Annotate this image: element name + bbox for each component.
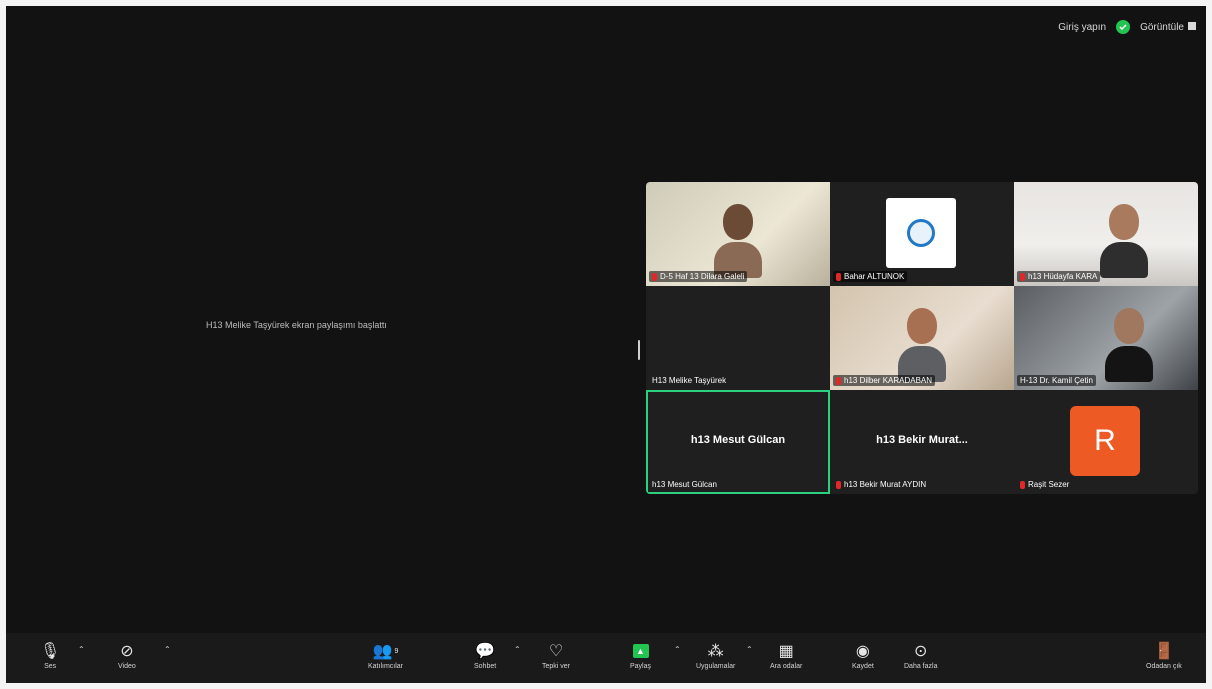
participant-tile[interactable]: D-5 Haf 13 Dilara Galeli [646,182,830,286]
heart-icon: ♡ [548,643,564,660]
record-button[interactable]: ◉ Kaydet [852,639,874,670]
react-label: Tepki ver [542,663,571,670]
mic-off-icon: 🎙 [40,643,61,660]
avatar: R [1070,406,1140,476]
participant-name: Raşit Sezer [1028,480,1070,489]
participant-name-tag: Raşit Sezer [1017,479,1072,490]
breakout-label: Ara odalar [770,663,803,670]
audio-options-chevron-icon[interactable]: ⌃ [78,645,85,654]
logo-icon [907,219,935,247]
participant-tile[interactable]: R Raşit Sezer [1014,390,1198,494]
participant-tile-active-speaker[interactable]: h13 Mesut Gülcan h13 Mesut Gülcan [646,390,830,494]
mic-muted-icon [836,376,841,385]
share-screen-icon: ▲ [632,639,649,663]
participant-name-tag: h13 Hüdayfa KARA [1017,271,1101,282]
shield-check-icon[interactable] [1116,20,1131,34]
meeting-toolbar: 🎙 Ses ⌃ ⊘ Video ⌃ 👥 9 Katılımcılar 💬 Sohb… [6,633,1206,683]
leave-label: Odadan çık [1146,663,1182,670]
record-label: Kaydet [852,663,874,670]
participant-tile[interactable]: h13 Hüdayfa KARA [1014,182,1198,286]
participant-name-tag: H-13 Dr. Kamil Çetin [1017,375,1096,386]
participant-name: h13 Mesut Gülcan [652,480,717,489]
breakout-rooms-icon: ▦ [778,643,794,660]
share-label: Paylaş [630,663,652,670]
apps-icon: ⁂ [707,643,724,660]
mic-muted-icon [836,480,841,489]
mic-muted-icon [1020,272,1025,281]
top-bar: Giriş yapın Görüntüle [1058,20,1196,34]
audio-label: Ses [44,663,57,670]
screen-share-message: H13 Melike Taşyürek ekran paylaşımı başl… [206,320,387,330]
participant-tile[interactable]: Bahar ALTUNOK [830,182,1014,286]
chat-button[interactable]: 💬 Sohbet [474,639,496,670]
participant-video [714,204,762,280]
more-icon: ⊙ [914,643,928,660]
participant-name: h13 Bekir Murat AYDIN [844,480,927,489]
participant-display-name: h13 Bekir Murat... [876,434,968,446]
participant-name-tag: h13 Mesut Gülcan [649,479,720,490]
apps-label: Uygulamalar [696,663,736,670]
participant-video [898,308,946,384]
chat-options-chevron-icon[interactable]: ⌃ [514,645,521,654]
grid-view-icon [1188,21,1196,30]
participants-button[interactable]: 👥 9 Katılımcılar [368,639,403,670]
participant-name: h13 Hüdayfa KARA [1028,272,1098,281]
signin-link[interactable]: Giriş yapın [1058,22,1106,33]
participants-icon: 👥 9 [372,643,399,660]
share-screen-button[interactable]: ▲ Paylaş [630,639,651,670]
view-label: Görüntüle [1140,21,1184,33]
participant-name: H13 Melike Taşyürek [652,376,727,385]
apps-button[interactable]: ⁂ Uygulamalar [696,639,735,670]
participant-name-tag: D-5 Haf 13 Dilara Galeli [649,271,748,282]
video-button[interactable]: ⊘ Video [118,639,136,670]
participant-tile[interactable]: h13 Dilber KARADABAN [830,286,1014,390]
camera-off-icon: ⊘ [120,643,134,660]
participant-video [1100,204,1148,280]
participant-name-tag: h13 Dilber KARADABAN [833,375,936,386]
panel-resize-handle[interactable] [638,340,640,360]
mic-muted-icon [1020,480,1025,489]
participant-logo [886,198,956,268]
participant-tile[interactable]: H13 Melike Taşyürek [646,286,830,390]
view-button[interactable]: Görüntüle [1140,21,1196,33]
participant-video [1105,308,1153,384]
leave-room-icon: 🚪 [1153,643,1174,660]
participant-name: H-13 Dr. Kamil Çetin [1020,376,1093,385]
participant-name: D-5 Haf 13 Dilara Galeli [660,272,745,281]
chat-icon: 💬 [475,643,496,660]
reactions-button[interactable]: ♡ Tepki ver [542,639,570,670]
participants-count: 9 [394,647,399,655]
breakout-rooms-button[interactable]: ▦ Ara odalar [770,639,802,670]
participant-name-tag: Bahar ALTUNOK [833,271,908,282]
video-options-chevron-icon[interactable]: ⌃ [164,645,171,654]
participant-display-name: h13 Mesut Gülcan [690,434,786,446]
chat-label: Sohbet [474,663,497,670]
participant-name-tag: H13 Melike Taşyürek [649,375,729,386]
participants-label: Katılımcılar [368,663,404,670]
video-label: Video [118,663,136,670]
participant-tile[interactable]: h13 Bekir Murat... h13 Bekir Murat AYDIN [830,390,1014,494]
apps-options-chevron-icon[interactable]: ⌃ [746,645,753,654]
record-icon: ◉ [855,643,870,660]
participant-name-tag: h13 Bekir Murat AYDIN [833,479,929,490]
leave-room-button[interactable]: 🚪 Odadan çık [1146,639,1182,670]
share-options-chevron-icon[interactable]: ⌃ [674,645,681,654]
participant-name: Bahar ALTUNOK [844,272,905,281]
participant-gallery: D-5 Haf 13 Dilara Galeli Bahar ALTUNOK h… [646,182,1198,494]
more-button[interactable]: ⊙ Daha fazla [904,639,937,670]
more-label: Daha fazla [904,663,938,670]
mic-muted-icon [836,272,841,281]
participant-tile[interactable]: H-13 Dr. Kamil Çetin [1014,286,1198,390]
audio-button[interactable]: 🎙 Ses [40,639,60,670]
mic-muted-icon [652,272,657,281]
participant-name: h13 Dilber KARADABAN [844,376,933,385]
